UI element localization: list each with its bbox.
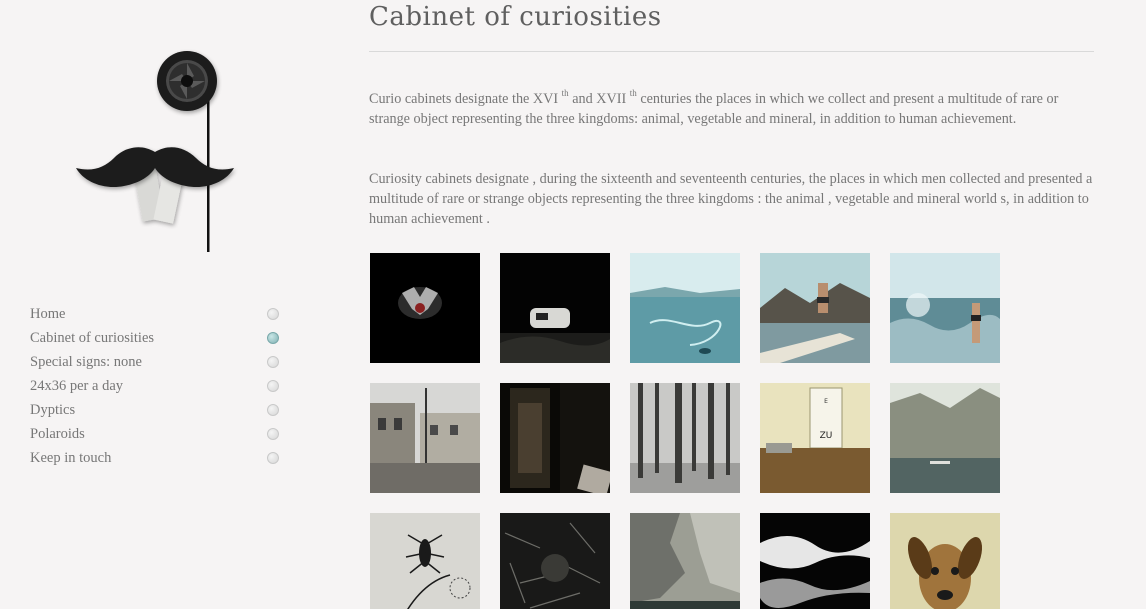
svg-text:ZU: ZU [820, 431, 833, 441]
nav-item-polaroids[interactable]: Polaroids [30, 422, 280, 446]
thumb-insect-plant[interactable] [370, 513, 480, 609]
nav-dot-icon [267, 404, 279, 416]
svg-text:E: E [824, 398, 828, 405]
nav-item-label: Dyptics [30, 402, 76, 418]
thumb-mountain-lake[interactable] [890, 383, 1000, 493]
nav-dot-icon [267, 380, 279, 392]
intro-paragraph: Curio cabinets designate the XVI th and … [369, 89, 1097, 129]
superscript: th [629, 88, 637, 98]
thumb-swimmer-pier[interactable] [760, 253, 870, 363]
nav-item-keep-in-touch[interactable]: Keep in touch [30, 446, 280, 470]
nav-item-dyptics[interactable]: Dyptics [30, 398, 280, 422]
thumb-village-street[interactable] [370, 383, 480, 493]
thumb-dog-portrait[interactable] [890, 513, 1000, 609]
nav-item-label: 24x36 per a day [30, 378, 124, 394]
nav-dot-icon [267, 428, 279, 440]
thumb-caravan-night[interactable] [500, 253, 610, 363]
nav-item-label: Keep in touch [30, 450, 112, 466]
nav-dot-icon [267, 356, 279, 368]
nav-item-home[interactable]: Home [30, 302, 280, 326]
paragraph-text: and XVII [568, 91, 627, 107]
side-navigation: Home Cabinet of curiosities Special sign… [30, 302, 280, 470]
thumb-bare-forest[interactable] [630, 383, 740, 493]
nav-item-24x36-per-day[interactable]: 24x36 per a day [30, 374, 280, 398]
nav-item-label: Polaroids [30, 426, 85, 442]
second-paragraph: Curiosity cabinets designate , during th… [369, 171, 1093, 227]
nav-item-label: Home [30, 306, 66, 322]
thumb-rock-cliff[interactable] [630, 513, 740, 609]
thumb-dark-wardrobe[interactable] [500, 383, 610, 493]
nav-dot-active-icon [267, 332, 279, 344]
thumb-sea-swimmer[interactable] [890, 253, 1000, 363]
thumb-black-wave[interactable] [760, 513, 870, 609]
thumb-blue-lake[interactable] [630, 253, 740, 363]
thumb-dark-dog[interactable] [370, 253, 480, 363]
mustache-monocle-logo-icon[interactable] [70, 48, 240, 258]
page: Home Cabinet of curiosities Special sign… [0, 0, 1146, 609]
nav-item-cabinet-of-curiosities[interactable]: Cabinet of curiosities [30, 326, 280, 350]
thumbnail-gallery: E ZU [370, 253, 1010, 609]
thumb-eye-chart-desk[interactable]: E ZU [760, 383, 870, 493]
nav-item-label: Cabinet of curiosities [30, 330, 155, 346]
page-title: Cabinet of curiosities [369, 2, 662, 32]
nav-item-special-signs[interactable]: Special signs: none [30, 350, 280, 374]
nav-item-label: Special signs: none [30, 354, 142, 370]
paragraph-text: Curio cabinets designate the XVI [369, 91, 559, 107]
nav-dot-icon [267, 452, 279, 464]
thumb-dark-texture[interactable] [500, 513, 610, 609]
superscript: th [561, 88, 569, 98]
nav-dot-icon [267, 308, 279, 320]
title-divider [369, 51, 1094, 52]
